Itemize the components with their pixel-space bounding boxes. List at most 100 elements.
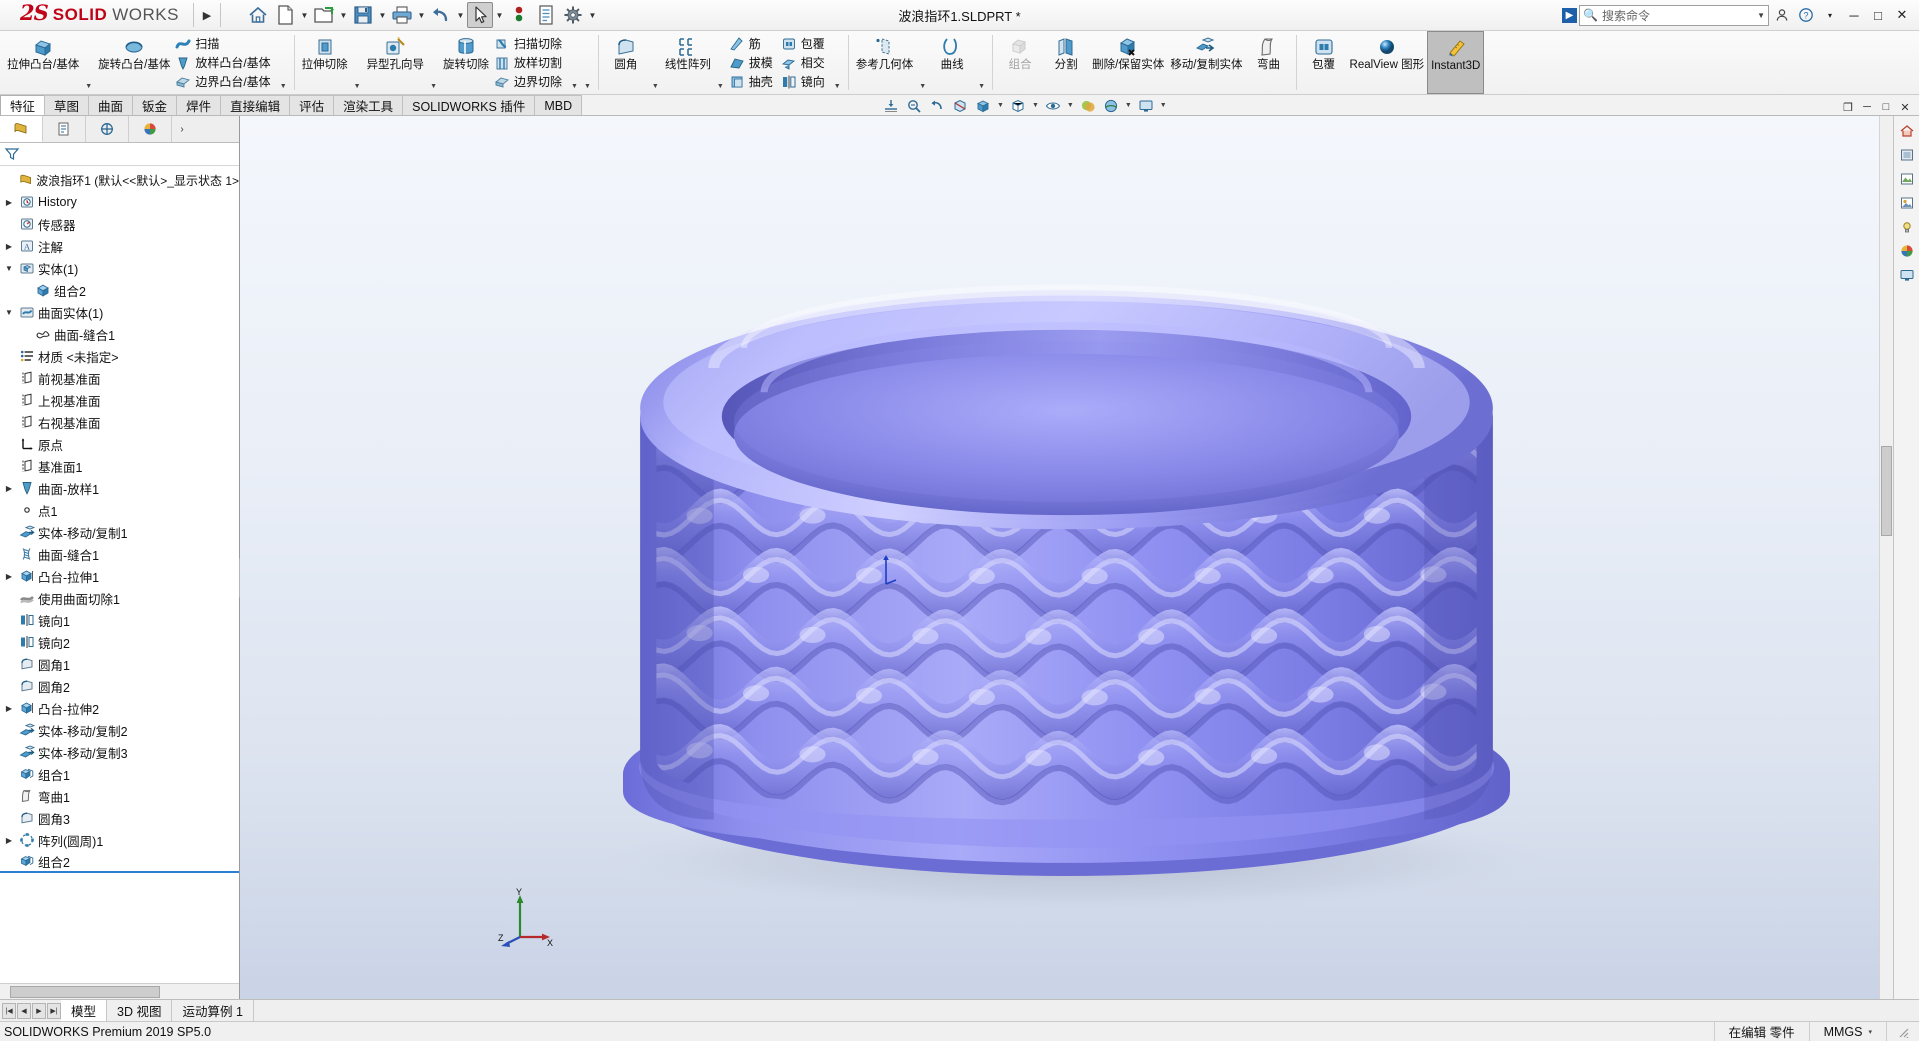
tree-item-front-plane[interactable]: 前视基准面 bbox=[0, 367, 239, 389]
extruded-boss-base-button[interactable]: 拉伸凸台/基体 bbox=[4, 31, 82, 94]
scenes-icon[interactable] bbox=[1896, 168, 1918, 190]
delete-keep-body-button[interactable]: 删除/保留实体 bbox=[1089, 31, 1167, 94]
graphics-area[interactable]: Y X Z bbox=[240, 116, 1893, 999]
tree-item-fillet2[interactable]: 圆角2 bbox=[0, 675, 239, 697]
extruded-cut-caret[interactable]: ▼ bbox=[351, 83, 364, 94]
maximize-button[interactable]: □ bbox=[1867, 4, 1889, 26]
view-settings-icon[interactable] bbox=[1135, 96, 1157, 116]
options-gear-icon[interactable] bbox=[560, 2, 586, 28]
tree-item-combine1[interactable]: 组合1 bbox=[0, 763, 239, 785]
next-tab-button[interactable]: ▶ bbox=[32, 1002, 46, 1019]
tree-item-surface-knit1[interactable]: 曲面-缝合1 bbox=[0, 543, 239, 565]
modify-group-caret[interactable]: ▼ bbox=[831, 83, 844, 94]
tree-item-sensors[interactable]: 传感器 bbox=[0, 213, 239, 235]
expand-chevron-right-icon[interactable]: ▶ bbox=[2, 484, 16, 493]
intersect-button[interactable]: 相交 bbox=[779, 53, 831, 72]
graphics-vertical-scrollbar[interactable] bbox=[1879, 116, 1893, 999]
tree-item-solid-bodies[interactable]: ▼ 实体(1) bbox=[0, 257, 239, 279]
tree-item-body-move-copy1[interactable]: 实体-移动/复制1 bbox=[0, 521, 239, 543]
tree-item-surface-knit1-body[interactable]: 曲面-缝合1 bbox=[0, 323, 239, 345]
configuration-manager-tab[interactable] bbox=[86, 116, 129, 142]
tab-sheetmetal[interactable]: 钣金 bbox=[132, 95, 178, 115]
display-states-icon[interactable] bbox=[1896, 264, 1918, 286]
zoom-to-area-icon[interactable] bbox=[903, 96, 925, 116]
tab-features[interactable]: 特征 bbox=[0, 95, 46, 115]
feature-tree-filter[interactable] bbox=[0, 143, 239, 166]
reference-geometry-button[interactable]: 参考几何体 bbox=[853, 31, 917, 94]
document-minimize-button[interactable]: ─ bbox=[1859, 99, 1875, 115]
hole-wizard-button[interactable]: 异型孔向导 bbox=[364, 31, 428, 94]
model-viewport[interactable]: Y X Z bbox=[240, 116, 1893, 999]
last-tab-button[interactable]: ▶| bbox=[47, 1002, 61, 1019]
tab-sketch[interactable]: 草图 bbox=[44, 95, 90, 115]
tree-item-top-plane[interactable]: 上视基准面 bbox=[0, 389, 239, 411]
expand-chevron-right-icon[interactable]: ▶ bbox=[2, 242, 16, 251]
file-properties-icon[interactable] bbox=[533, 2, 559, 28]
collapse-chevron-down-icon[interactable]: ▼ bbox=[2, 308, 16, 317]
linear-pattern-button[interactable]: 线性阵列 bbox=[662, 31, 714, 94]
tree-item-right-plane[interactable]: 右视基准面 bbox=[0, 411, 239, 433]
realview-graphics-button[interactable]: RealView 图形 bbox=[1347, 31, 1428, 94]
previous-tab-button[interactable]: ◀ bbox=[17, 1002, 31, 1019]
lofted-boss-base-button[interactable]: 放样凸台/基体 bbox=[173, 53, 276, 72]
tree-item-flex1[interactable]: 弯曲1 bbox=[0, 785, 239, 807]
undo-icon[interactable] bbox=[428, 2, 454, 28]
lights-cameras-icon[interactable] bbox=[1896, 216, 1918, 238]
tree-item-body-move-copy2[interactable]: 实体-移动/复制2 bbox=[0, 719, 239, 741]
new-document-icon[interactable] bbox=[272, 2, 298, 28]
tree-item-mirror1[interactable]: 镜向1 bbox=[0, 609, 239, 631]
mirror-button[interactable]: 镜向 bbox=[779, 72, 831, 91]
select-cursor-icon[interactable] bbox=[466, 2, 493, 28]
tree-item-point1[interactable]: 点1 bbox=[0, 499, 239, 521]
feature-tree-filter-input[interactable] bbox=[24, 145, 239, 163]
tree-item-plane1[interactable]: 基准面1 bbox=[0, 455, 239, 477]
tree-item-origin[interactable]: 原点 bbox=[0, 433, 239, 455]
select-caret[interactable]: ▼ bbox=[494, 2, 505, 28]
move-copy-body-button[interactable]: 移动/复制实体 bbox=[1167, 31, 1245, 94]
instant3d-button[interactable]: Instant3D bbox=[1427, 31, 1485, 94]
tree-item-combine2[interactable]: 组合2 bbox=[0, 851, 239, 873]
tree-item-fillet1[interactable]: 圆角1 bbox=[0, 653, 239, 675]
bottom-tab-motion-study[interactable]: 运动算例 1 bbox=[172, 1000, 254, 1021]
tab-mbd[interactable]: MBD bbox=[534, 95, 583, 115]
display-manager-tab[interactable] bbox=[129, 116, 172, 142]
tree-item-fillet3[interactable]: 圆角3 bbox=[0, 807, 239, 829]
document-maximize-button[interactable]: □ bbox=[1878, 99, 1894, 115]
feature-tree-horizontal-scrollbar[interactable] bbox=[0, 983, 239, 999]
save-icon[interactable] bbox=[350, 2, 376, 28]
fillet-button[interactable]: 圆角 bbox=[603, 31, 649, 94]
hide-show-items-icon[interactable] bbox=[1042, 96, 1064, 116]
apply-scene-caret[interactable]: ▼ bbox=[1123, 102, 1134, 109]
status-resize-grip[interactable] bbox=[1886, 1021, 1919, 1041]
view-settings-caret[interactable]: ▼ bbox=[1158, 102, 1169, 109]
bottom-tab-3dviews[interactable]: 3D 视图 bbox=[107, 1000, 173, 1021]
tree-item-annotations[interactable]: ▶ A 注解 bbox=[0, 235, 239, 257]
swept-boss-base-button[interactable]: 扫描 bbox=[173, 34, 276, 53]
rebuild-icon[interactable] bbox=[506, 2, 532, 28]
search-scope-icon[interactable]: ▶ bbox=[1562, 7, 1577, 23]
wave-ring-model[interactable] bbox=[240, 116, 1893, 999]
first-tab-button[interactable]: |◀ bbox=[2, 1002, 16, 1019]
boundary-cut-button[interactable]: 边界切除 bbox=[492, 72, 568, 91]
revolved-cut-button[interactable]: 旋转切除 bbox=[440, 31, 492, 94]
view-orientation-caret[interactable]: ▼ bbox=[995, 102, 1006, 109]
boss-group-caret[interactable]: ▼ bbox=[277, 83, 290, 94]
home-icon[interactable] bbox=[245, 2, 271, 28]
tree-item-surface-bodies[interactable]: ▼ 曲面实体(1) bbox=[0, 301, 239, 323]
close-button[interactable]: ✕ bbox=[1891, 4, 1913, 26]
appearances-icon[interactable] bbox=[1896, 144, 1918, 166]
tree-item-boss-extrude2[interactable]: ▶ 凸台-拉伸2 bbox=[0, 697, 239, 719]
view-orientation-icon[interactable] bbox=[972, 96, 994, 116]
view-home-icon[interactable] bbox=[1896, 120, 1918, 142]
featuremanager-design-tree-tab[interactable] bbox=[0, 116, 43, 142]
curves-caret[interactable]: ▼ bbox=[975, 83, 988, 94]
expand-chevron-right-icon[interactable]: ▶ bbox=[2, 836, 16, 845]
extruded-boss-caret[interactable]: ▼ bbox=[82, 83, 95, 94]
expand-chevron-right-icon[interactable]: ▶ bbox=[2, 704, 16, 713]
tree-item-mirror2[interactable]: 镜向2 bbox=[0, 631, 239, 653]
print-icon[interactable] bbox=[389, 2, 415, 28]
tab-evaluate[interactable]: 评估 bbox=[289, 95, 335, 115]
wrap-button[interactable]: 包覆 bbox=[779, 34, 831, 53]
tree-item-circular-pattern1[interactable]: ▶ 阵列(圆周)1 bbox=[0, 829, 239, 851]
extruded-cut-button[interactable]: 拉伸切除 bbox=[299, 31, 351, 94]
